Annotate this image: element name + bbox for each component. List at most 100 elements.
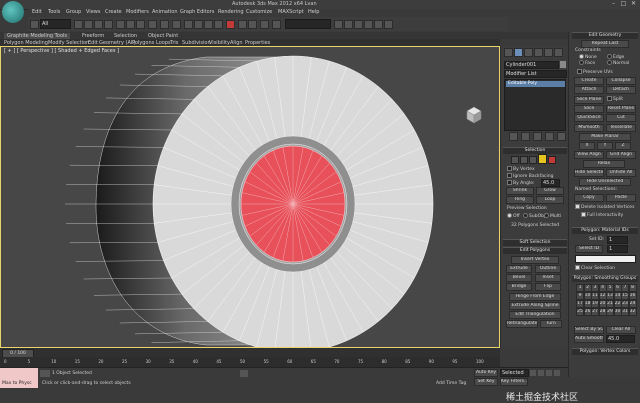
cut-button[interactable]: Cut xyxy=(606,114,636,122)
close-button[interactable]: ✕ xyxy=(630,1,637,7)
utilities-tab-icon[interactable] xyxy=(554,48,563,57)
full-interactivity-checkbox[interactable]: Full Interactivity xyxy=(581,212,623,218)
menu-group[interactable]: Group xyxy=(66,9,81,15)
paste-button[interactable]: Paste xyxy=(606,194,636,202)
snap-icon[interactable] xyxy=(184,20,193,29)
edit-polygons-rollout-header[interactable]: Edit Polygons xyxy=(503,247,567,254)
reference-coord-icon[interactable] xyxy=(148,20,157,29)
set-id-spinner[interactable]: 1 xyxy=(607,236,628,244)
track-bar[interactable]: 0510152025303540455055606570758085909510… xyxy=(0,357,500,367)
tessellate-button[interactable]: Tessellate xyxy=(606,124,636,132)
smoothing-group-button[interactable]: 8 xyxy=(629,284,637,292)
hide-unselected-button[interactable]: Hide Unselected xyxy=(579,178,631,186)
percent-snap-icon[interactable] xyxy=(204,20,213,29)
stack-item-editable-poly[interactable]: Editable Poly xyxy=(506,81,565,87)
copy-button[interactable]: Copy xyxy=(574,194,604,202)
menu-maxscript[interactable]: MAXScript xyxy=(278,9,304,15)
play-icon[interactable] xyxy=(546,370,552,376)
undo-icon[interactable] xyxy=(30,20,39,29)
by-angle-spinner[interactable]: 45.0 xyxy=(541,179,560,187)
by-angle-checkbox[interactable]: By Angle: xyxy=(507,180,535,186)
rect-selection-icon[interactable] xyxy=(94,20,103,29)
vertex-mode-icon[interactable] xyxy=(511,156,519,164)
curve-editor-icon[interactable] xyxy=(334,20,343,29)
minimize-button[interactable]: – xyxy=(610,1,617,7)
go-to-start-icon[interactable] xyxy=(530,370,536,376)
turn-button[interactable]: Turn xyxy=(540,320,562,328)
edit-named-sets-icon[interactable] xyxy=(226,20,235,29)
menu-help[interactable]: Help xyxy=(308,9,319,15)
preview-off-radio[interactable]: Off xyxy=(507,213,520,219)
rotate-icon[interactable] xyxy=(126,20,135,29)
menu-views[interactable]: Views xyxy=(86,9,100,15)
perspective-viewport[interactable]: [ + ] [ Perspective ] [ Shaded + Edged F… xyxy=(0,46,500,348)
edit-triangulation-button[interactable]: Edit Triangulation xyxy=(509,311,561,319)
insert-vertex-button[interactable]: Insert Vertex xyxy=(511,256,559,264)
viewcube-icon[interactable] xyxy=(463,105,485,125)
menu-modifiers[interactable]: Modifiers xyxy=(126,9,149,15)
smoothing-group-button[interactable]: 16 xyxy=(629,292,637,300)
remove-modifier-icon[interactable] xyxy=(545,132,554,141)
edge-mode-icon[interactable] xyxy=(520,156,528,164)
selection-filter-dropdown[interactable]: All xyxy=(40,19,71,29)
previous-frame-icon[interactable] xyxy=(538,370,544,376)
border-mode-icon[interactable] xyxy=(529,156,537,164)
cylinder-mesh[interactable] xyxy=(1,47,500,348)
detach-button[interactable]: Detach xyxy=(606,86,636,94)
rendered-frame-icon[interactable] xyxy=(374,20,383,29)
modify-tab-icon[interactable] xyxy=(514,48,523,57)
loop-button[interactable]: Loop xyxy=(536,196,564,204)
angle-snap-icon[interactable] xyxy=(194,20,203,29)
inset-button[interactable]: Inset xyxy=(535,274,561,282)
object-name-field[interactable]: Cylinder001 xyxy=(504,61,559,69)
menu-rendering[interactable]: Rendering xyxy=(218,9,244,15)
modifier-list-dropdown[interactable]: Modifier List xyxy=(504,70,567,78)
layer-manager-icon[interactable] xyxy=(260,20,269,29)
create-tab-icon[interactable] xyxy=(504,48,513,57)
motion-tab-icon[interactable] xyxy=(534,48,543,57)
auto-key-button[interactable]: Auto Key xyxy=(474,369,498,377)
select-by-name-icon[interactable] xyxy=(84,20,93,29)
constraint-normal-radio[interactable]: Normal xyxy=(607,60,629,66)
attach-button[interactable]: Attach xyxy=(574,86,604,94)
view-align-button[interactable]: View Align xyxy=(574,151,604,159)
move-icon[interactable] xyxy=(116,20,125,29)
preview-multi-radio[interactable]: Multi xyxy=(544,213,561,219)
by-vertex-checkbox[interactable]: By Vertex xyxy=(507,166,535,172)
select-object-icon[interactable] xyxy=(74,20,83,29)
hierarchy-tab-icon[interactable] xyxy=(524,48,533,57)
element-mode-icon[interactable] xyxy=(548,156,556,164)
ring-button[interactable]: Ring xyxy=(506,196,534,204)
preserve-uvs-checkbox[interactable]: Preserve UVs xyxy=(577,69,613,75)
clear-all-button[interactable]: Clear All xyxy=(606,326,636,334)
align-icon[interactable] xyxy=(248,20,257,29)
hinge-from-edge-button[interactable]: Hinge From Edge xyxy=(509,293,561,301)
isolate-icon[interactable] xyxy=(40,370,50,377)
pin-stack-icon[interactable] xyxy=(509,132,518,141)
display-tab-icon[interactable] xyxy=(544,48,553,57)
hide-selected-button[interactable]: Hide Selected xyxy=(574,169,604,177)
pivot-icon[interactable] xyxy=(160,20,169,29)
relax-button[interactable]: Relax xyxy=(583,160,625,168)
select-id-spinner[interactable]: 1 xyxy=(607,245,628,253)
edit-geometry-rollout-header[interactable]: Edit Geometry xyxy=(572,32,638,39)
smoothing-group-button[interactable]: 24 xyxy=(629,300,637,308)
object-color-swatch[interactable] xyxy=(560,61,566,68)
material-editor-icon[interactable] xyxy=(354,20,363,29)
slice-button[interactable]: Slice xyxy=(574,105,604,113)
extrude-button[interactable]: Extrude xyxy=(506,265,532,273)
app-logo-icon[interactable] xyxy=(2,1,24,23)
bevel-button[interactable]: Bevel xyxy=(506,274,532,282)
render-icon[interactable] xyxy=(384,20,393,29)
bridge-button[interactable]: Bridge xyxy=(506,283,532,291)
unhide-all-button[interactable]: Unhide All xyxy=(606,169,636,177)
shrink-button[interactable]: Shrink xyxy=(506,187,534,195)
retriangulate-button[interactable]: Retriangulate xyxy=(506,320,538,328)
graphite-toggle-icon[interactable] xyxy=(272,20,281,29)
select-id-button[interactable]: Select ID xyxy=(575,245,603,253)
schematic-view-icon[interactable] xyxy=(344,20,353,29)
planar-x-button[interactable]: X xyxy=(579,142,595,150)
spinner-snap-icon[interactable] xyxy=(214,20,223,29)
outline-button[interactable]: Outline xyxy=(535,265,561,273)
selection-rollout-header[interactable]: Selection xyxy=(503,147,567,154)
